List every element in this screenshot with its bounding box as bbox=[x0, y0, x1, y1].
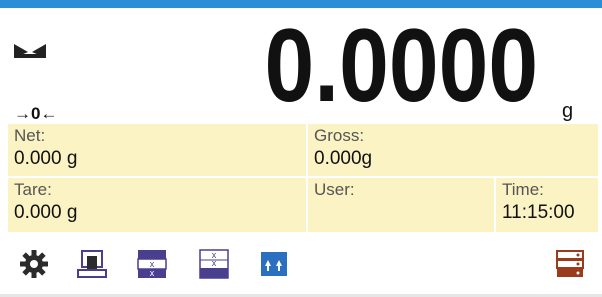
svg-text:x: x bbox=[150, 268, 155, 278]
tare-label: Tare: bbox=[14, 180, 52, 199]
weight-readout: 0.0000 bbox=[264, 8, 538, 124]
user-label: User: bbox=[314, 180, 355, 199]
settings-button[interactable] bbox=[16, 246, 52, 282]
weighing-display: →0← 0.0000 g bbox=[0, 8, 602, 124]
zero-indicator: →0← bbox=[14, 104, 58, 123]
gross-value: 0.000g bbox=[314, 148, 373, 169]
gear-icon bbox=[20, 250, 48, 278]
increment-button[interactable] bbox=[256, 246, 292, 282]
tare-icon bbox=[77, 250, 107, 278]
gross-cell: Gross: 0.000g bbox=[308, 124, 598, 176]
limits-button[interactable]: x x bbox=[196, 246, 232, 282]
user-cell: User: bbox=[308, 178, 494, 232]
database-icon bbox=[556, 250, 584, 277]
increment-icon bbox=[261, 252, 287, 276]
tare-cell: Tare: 0.000 g bbox=[8, 178, 306, 232]
checkweighing-icon: x x bbox=[137, 250, 167, 278]
database-button[interactable] bbox=[552, 246, 588, 282]
info-panel: Net: 0.000 g Gross: 0.000g Tare: 0.000 g… bbox=[8, 124, 598, 234]
time-label: Time: bbox=[502, 180, 544, 199]
tare-value: 0.000 g bbox=[14, 202, 78, 223]
net-value: 0.000 g bbox=[14, 148, 78, 169]
gross-label: Gross: bbox=[314, 126, 365, 145]
weight-unit: g bbox=[562, 100, 574, 122]
net-cell: Net: 0.000 g bbox=[8, 124, 306, 176]
stability-icon bbox=[14, 44, 46, 58]
limits-icon: x x bbox=[199, 249, 229, 279]
tare-button[interactable] bbox=[74, 246, 110, 282]
time-value: 11:15:00 bbox=[502, 202, 575, 223]
bottom-toolbar: x x x x bbox=[0, 238, 602, 294]
top-status-bar bbox=[0, 0, 602, 8]
time-cell: Time: 11:15:00 bbox=[496, 178, 598, 232]
net-label: Net: bbox=[14, 126, 46, 145]
checkweighing-button[interactable]: x x bbox=[134, 246, 170, 282]
